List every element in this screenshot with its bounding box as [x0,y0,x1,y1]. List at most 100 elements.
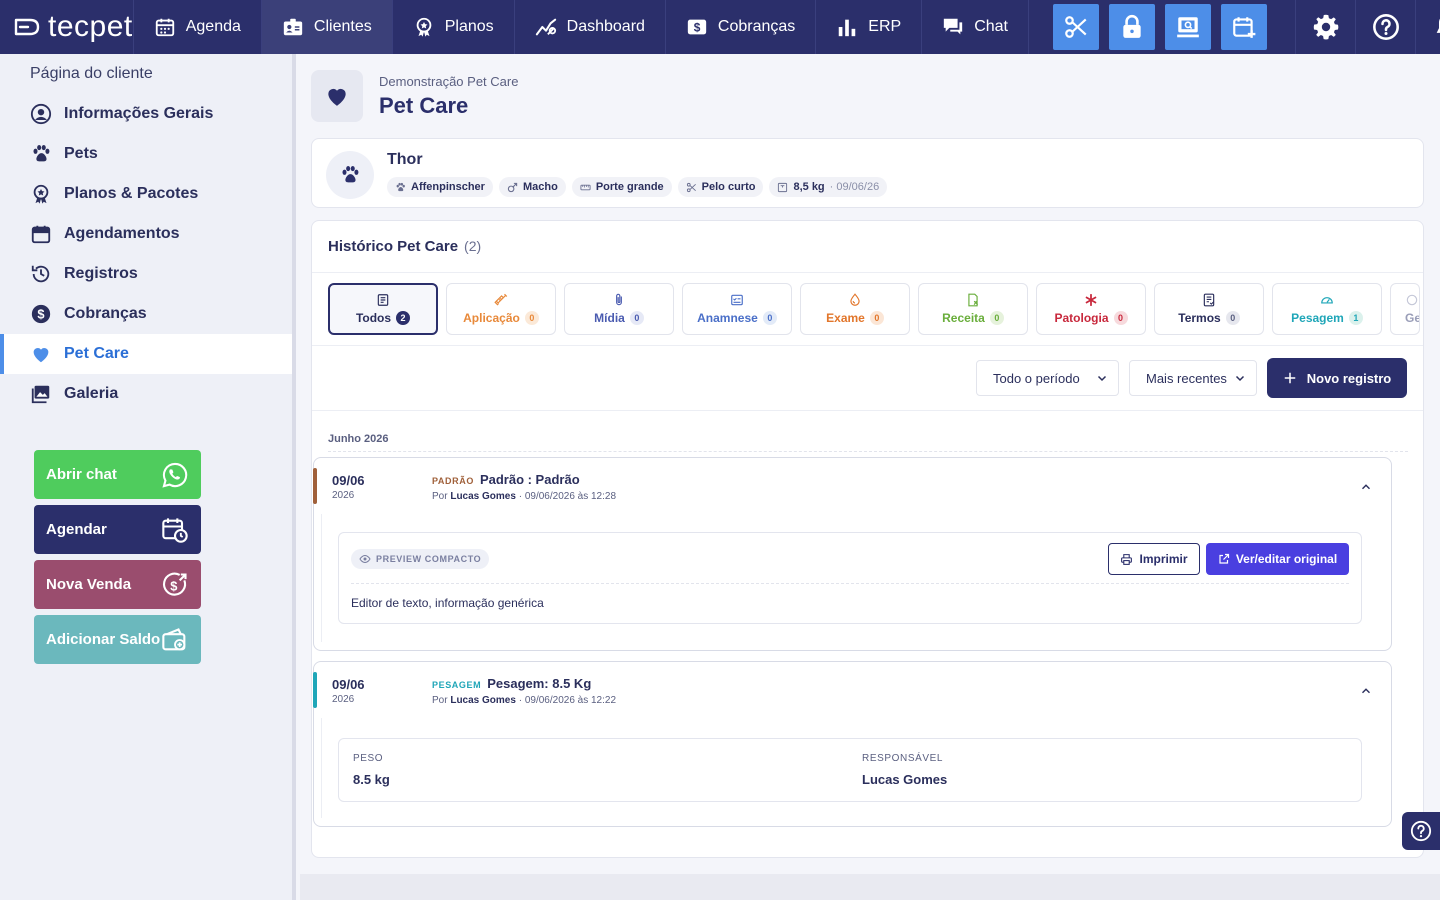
entry-date: 09/06 [332,677,365,692]
divider [312,345,1423,346]
entry-year: 2026 [332,490,355,501]
print-button[interactable]: Imprimir [1108,543,1200,575]
filter-tab-midia[interactable]: Mídia 0 [564,283,674,335]
filter-tab-todos[interactable]: Todos 2 [328,283,438,335]
filter-count-badge: 1 [1348,311,1363,325]
page-header: Demonstração Pet Care Pet Care [311,70,518,122]
view-edit-original-label: Ver/editar original [1235,552,1338,566]
nav-clientes[interactable]: Clientes [261,0,393,54]
sidebar-item-agendamentos[interactable]: Agendamentos [0,214,292,254]
history-count: (2) [464,238,482,254]
filter-tab-more[interactable]: Ge [1390,283,1420,335]
filter-tab-termos[interactable]: Termos 0 [1154,283,1264,335]
filter-label: Termos [1178,311,1221,325]
pet-tag-label: Pelo curto [701,181,756,193]
field-value-responsavel: Lucas Gomes [862,772,948,787]
entry-meta-prefix: Por [432,491,448,502]
svg-text:$: $ [694,21,701,35]
asterisk-icon [1085,294,1097,306]
clients-icon [283,18,303,36]
preview-badge: PREVIEW COMPACTO [351,549,490,569]
sidebar-item-informacoes-gerais[interactable]: Informações Gerais [0,94,292,134]
nav-chat-label: Chat [974,18,1008,35]
view-edit-original-button[interactable]: Ver/editar original [1206,543,1349,575]
dollar-circle-icon: $ [31,304,51,324]
chevron-up-icon[interactable] [1359,684,1373,698]
schedule-button[interactable]: Agendar [34,505,201,554]
notifications-button[interactable] [1415,0,1440,54]
tecpet-logo-icon [14,18,40,36]
pet-tag-label: 8,5 kg [793,181,825,193]
divider [351,583,1349,584]
new-sale-button[interactable]: Nova Venda $ [34,560,201,609]
filter-label: Receita [942,311,985,325]
pet-summary-card[interactable]: Thor Affenpinscher Macho Porte grande Pe… [311,138,1424,208]
filter-tab-aplicacao[interactable]: Aplicação 0 [446,283,556,335]
dollar-icon: $ [687,19,707,35]
filter-label: Mídia [594,311,625,325]
brand-logo[interactable]: tecpet [0,0,134,54]
add-balance-button[interactable]: Adicionar Saldo [34,615,201,664]
whatsapp-icon [162,462,188,488]
filter-count-badge: 2 [396,311,411,325]
filter-tab-anamnese[interactable]: Anamnese 0 [682,283,792,335]
filter-tab-pesagem[interactable]: Pesagem 1 [1272,283,1382,335]
settings-button[interactable] [1295,0,1355,54]
more-icon [1406,294,1418,306]
sort-select[interactable]: Mais recentes [1129,360,1257,396]
sidebar-item-registros[interactable]: Registros [0,254,292,294]
entry-author: Lucas Gomes [450,695,516,706]
history-title: Histórico Pet Care (2) [328,238,481,255]
entry-meta-prefix: Por [432,695,448,706]
quick-grooming-button[interactable] [1053,4,1099,50]
filter-tab-receita[interactable]: Receita 0 [918,283,1028,335]
nav-cobrancas[interactable]: $ Cobranças [666,0,817,54]
schedule-label: Agendar [46,521,107,538]
open-chat-button[interactable]: Abrir chat [34,450,201,499]
heart-icon [33,348,49,363]
filter-tab-exame[interactable]: Exame 0 [800,283,910,335]
nav-chat[interactable]: Chat [922,0,1029,54]
document-icon [1203,293,1215,307]
timeline-line [321,514,322,642]
help-icon [1410,820,1432,842]
history-filter-tabs: Todos 2 Aplicação 0 Mídia 0 Anamnese 0 Exame… [328,283,1420,335]
sidebar-item-cobrancas[interactable]: $ Cobranças [0,294,292,334]
floating-help-button[interactable] [1402,812,1440,850]
sidebar-item-galeria[interactable]: Galeria [0,374,292,414]
entry-meta: Por Lucas Gomes · 09/06/2026 às 12:22 [432,695,616,706]
eye-icon [359,554,371,564]
scissors-icon [1065,16,1087,38]
sidebar-item-label: Informações Gerais [64,105,214,122]
nav-dashboard[interactable]: Dashboard [515,0,666,54]
sidebar-item-planos-pacotes[interactable]: Planos & Pacotes [0,174,292,214]
print-button-label: Imprimir [1139,552,1188,566]
entry-title: Pesagem: 8.5 Kg [487,676,592,691]
nav-planos[interactable]: Planos [393,0,515,54]
quick-pos-button[interactable] [1165,4,1211,50]
nav-erp[interactable]: ERP [816,0,923,54]
ruler-icon [580,184,591,190]
sidebar-item-pet-care[interactable]: Pet Care [0,334,292,374]
calendar-icon [155,18,174,37]
help-button[interactable] [1355,0,1415,54]
pet-tag-label: Porte grande [595,181,664,193]
chevron-up-icon[interactable] [1359,480,1373,494]
footer-band [300,874,1440,900]
filter-tab-patologia[interactable]: Patologia 0 [1036,283,1146,335]
entry-preview-body: PREVIEW COMPACTO Imprimir Ver/editar ori… [338,532,1362,624]
period-select-value: Todo o período [993,370,1080,386]
period-select[interactable]: Todo o período [976,360,1119,396]
entry-meta: Por Lucas Gomes · 09/06/2026 às 12:28 [432,491,616,502]
new-record-button[interactable]: Novo registro [1267,358,1407,398]
filter-label: Ge [1405,311,1420,325]
sort-select-value: Mais recentes [1146,370,1227,386]
quick-lock-button[interactable] [1109,4,1155,50]
calendar-icon [31,225,51,244]
prescription-icon [968,293,979,307]
gear-icon [1313,14,1338,40]
bar-chart-icon [839,19,856,37]
nav-agenda[interactable]: Agenda [134,0,262,54]
quick-new-appointment-button[interactable] [1221,4,1267,50]
sidebar-item-pets[interactable]: Pets [0,134,292,174]
